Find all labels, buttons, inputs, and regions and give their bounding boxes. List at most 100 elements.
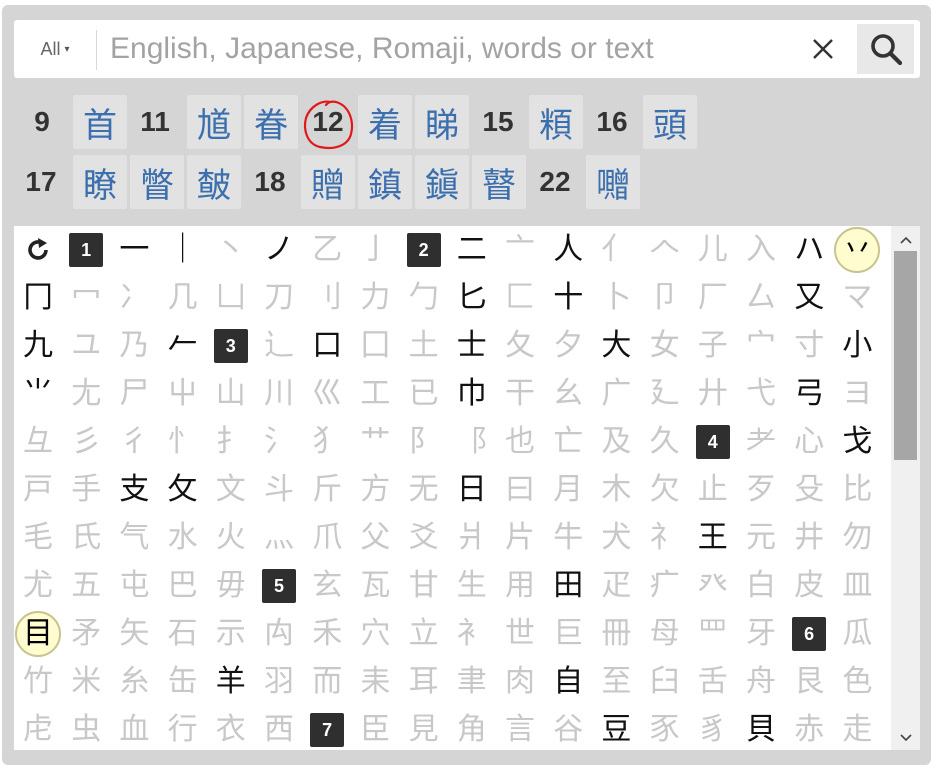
- radical[interactable]: 日: [448, 466, 496, 514]
- stroke-count-badge: 7: [310, 713, 345, 747]
- radical: 卜: [592, 274, 640, 322]
- stroke-count-badge: 1: [69, 233, 104, 267]
- result-kanji[interactable]: 馗: [187, 95, 241, 149]
- radical[interactable]: 二: [448, 226, 496, 274]
- clear-button[interactable]: [804, 30, 842, 68]
- radical: 殳: [785, 466, 833, 514]
- result-kanji[interactable]: 瞥: [130, 155, 184, 209]
- radical-glyph: 夕: [553, 328, 584, 363]
- radical: 也: [496, 418, 544, 466]
- radical-glyph: 气: [119, 520, 150, 555]
- result-kanji[interactable]: 瞭: [73, 155, 127, 209]
- radical: 月: [544, 466, 592, 514]
- radical-glyph: 言: [505, 712, 535, 747]
- radical-glyph: 灬: [264, 520, 294, 555]
- radical: 久: [641, 418, 689, 466]
- radical[interactable]: 弓: [785, 370, 833, 418]
- result-kanji[interactable]: 鎮: [358, 155, 412, 209]
- radical-selected[interactable]: 目: [14, 610, 62, 658]
- radical[interactable]: ｜: [159, 226, 207, 274]
- radical-glyph: 豆: [601, 712, 632, 747]
- radical: 豸: [689, 706, 737, 750]
- radical-glyph: 缶: [167, 664, 198, 699]
- radical[interactable]: 豆: [592, 706, 640, 750]
- radical[interactable]: 士: [448, 322, 496, 370]
- result-kanji[interactable]: 眷: [244, 95, 298, 149]
- radical[interactable]: 口: [303, 322, 351, 370]
- radical: 五: [62, 562, 110, 610]
- radical: 勹: [400, 274, 448, 322]
- radical: 矢: [110, 610, 158, 658]
- radical-glyph: 冂: [23, 280, 53, 315]
- radical-glyph: 亡: [553, 424, 584, 459]
- radical[interactable]: 十: [544, 274, 592, 322]
- search-input[interactable]: [110, 26, 800, 72]
- radical-glyph: 疋: [601, 568, 632, 603]
- radical[interactable]: 小: [833, 322, 881, 370]
- radical[interactable]: 九: [14, 322, 62, 370]
- radical-glyph: 久: [649, 424, 680, 459]
- radical[interactable]: 支: [110, 466, 158, 514]
- stroke-count-badge: 6: [792, 617, 827, 651]
- radical-glyph: 歹: [746, 472, 776, 507]
- radical: 亻: [592, 226, 640, 274]
- result-kanji[interactable]: 皶: [187, 155, 241, 209]
- radical[interactable]: 冂: [14, 274, 62, 322]
- radical-glyph: 氵: [264, 424, 294, 459]
- radical[interactable]: ⺌: [14, 370, 62, 418]
- radical-glyph: 犭: [312, 424, 343, 459]
- radical: 匚: [496, 274, 544, 322]
- radical[interactable]: 巾: [448, 370, 496, 418]
- radical: 乙: [303, 226, 351, 274]
- radical[interactable]: 戈: [833, 418, 881, 466]
- radical: 卩: [641, 274, 689, 322]
- radical[interactable]: 羊: [207, 658, 255, 706]
- radical[interactable]: ハ: [785, 226, 833, 274]
- radical-glyph: 亻: [601, 232, 632, 267]
- radical[interactable]: 人: [544, 226, 592, 274]
- filter-dropdown[interactable]: All ▾: [14, 20, 96, 78]
- stroke-count: 16: [596, 106, 628, 137]
- search-button[interactable]: [857, 24, 914, 74]
- radical[interactable]: 王: [689, 514, 737, 562]
- reset-button[interactable]: [14, 226, 62, 274]
- radical[interactable]: 匕: [448, 274, 496, 322]
- radical: 疋: [592, 562, 640, 610]
- result-kanji[interactable]: 頭: [643, 95, 697, 149]
- radical: 工: [351, 370, 399, 418]
- radical: 犬: [592, 514, 640, 562]
- radical[interactable]: 又: [785, 274, 833, 322]
- result-kanji[interactable]: 鎭: [415, 155, 469, 209]
- scroll-up-button[interactable]: [891, 230, 920, 250]
- radical-selected[interactable]: 丷: [833, 226, 881, 274]
- radical-glyph: 爪: [312, 520, 343, 555]
- scroll-down-button[interactable]: [891, 728, 920, 748]
- radical: 止: [689, 466, 737, 514]
- radical[interactable]: 田: [544, 562, 592, 610]
- result-kanji[interactable]: 首: [73, 95, 127, 149]
- result-kanji[interactable]: 囎: [586, 155, 640, 209]
- radical[interactable]: 攵: [159, 466, 207, 514]
- scrollbar[interactable]: [891, 226, 920, 750]
- radical-glyph: 幺: [553, 376, 584, 411]
- result-kanji[interactable]: 着: [358, 95, 412, 149]
- radical-glyph: 刀: [264, 280, 294, 315]
- result-kanji[interactable]: 贈: [301, 155, 355, 209]
- radical[interactable]: 一: [110, 226, 158, 274]
- radical-glyph: 士: [456, 328, 487, 363]
- result-kanji[interactable]: 瞽: [472, 155, 526, 209]
- scroll-thumb[interactable]: [894, 251, 917, 460]
- radical[interactable]: 大: [592, 322, 640, 370]
- radical: 寸: [785, 322, 833, 370]
- radical-glyph: 巨: [553, 616, 584, 651]
- radical-glyph: 手: [71, 472, 102, 507]
- radical[interactable]: 自: [544, 658, 592, 706]
- result-kanji[interactable]: 頪: [529, 95, 583, 149]
- radical[interactable]: 𠂉: [159, 322, 207, 370]
- radical: 爿: [448, 514, 496, 562]
- result-kanji[interactable]: 睇: [415, 95, 469, 149]
- radical: 竹: [14, 658, 62, 706]
- radical[interactable]: 貝: [737, 706, 785, 750]
- radical[interactable]: ノ: [255, 226, 303, 274]
- radical: 扌: [207, 418, 255, 466]
